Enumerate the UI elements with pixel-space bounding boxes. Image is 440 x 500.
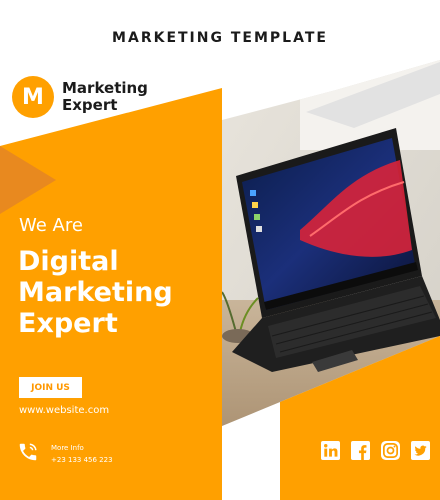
page-title: MARKETING TEMPLATE — [112, 30, 328, 46]
contact-title: More Info — [51, 444, 84, 452]
logo-text: Marketing Expert — [62, 80, 148, 114]
facebook-icon[interactable] — [351, 441, 370, 460]
headline-line: Digital — [18, 246, 119, 277]
contact-phone: +23 133 456 223 — [51, 456, 113, 464]
logo-text-line1: Marketing — [62, 79, 148, 97]
hero-headline: Digital Marketing Expert — [18, 246, 173, 339]
twitter-icon[interactable] — [411, 441, 430, 460]
logo-text-line2: Expert — [62, 96, 118, 114]
linkedin-icon[interactable] — [321, 441, 340, 460]
website-link[interactable]: www.website.com — [19, 405, 109, 416]
brand-logo: M Marketing Expert — [12, 76, 148, 118]
hero-kicker: We Are — [19, 215, 83, 236]
logo-badge: M — [12, 76, 54, 118]
social-links — [321, 441, 430, 460]
headline-line: Marketing — [18, 277, 173, 308]
join-us-button[interactable]: JOIN US — [19, 377, 82, 398]
instagram-icon[interactable] — [381, 441, 400, 460]
headline-line: Expert — [18, 308, 118, 339]
marketing-template-canvas: MARKETING TEMPLATE M Marketing Expert We… — [0, 0, 440, 500]
phone-icon — [19, 443, 37, 461]
